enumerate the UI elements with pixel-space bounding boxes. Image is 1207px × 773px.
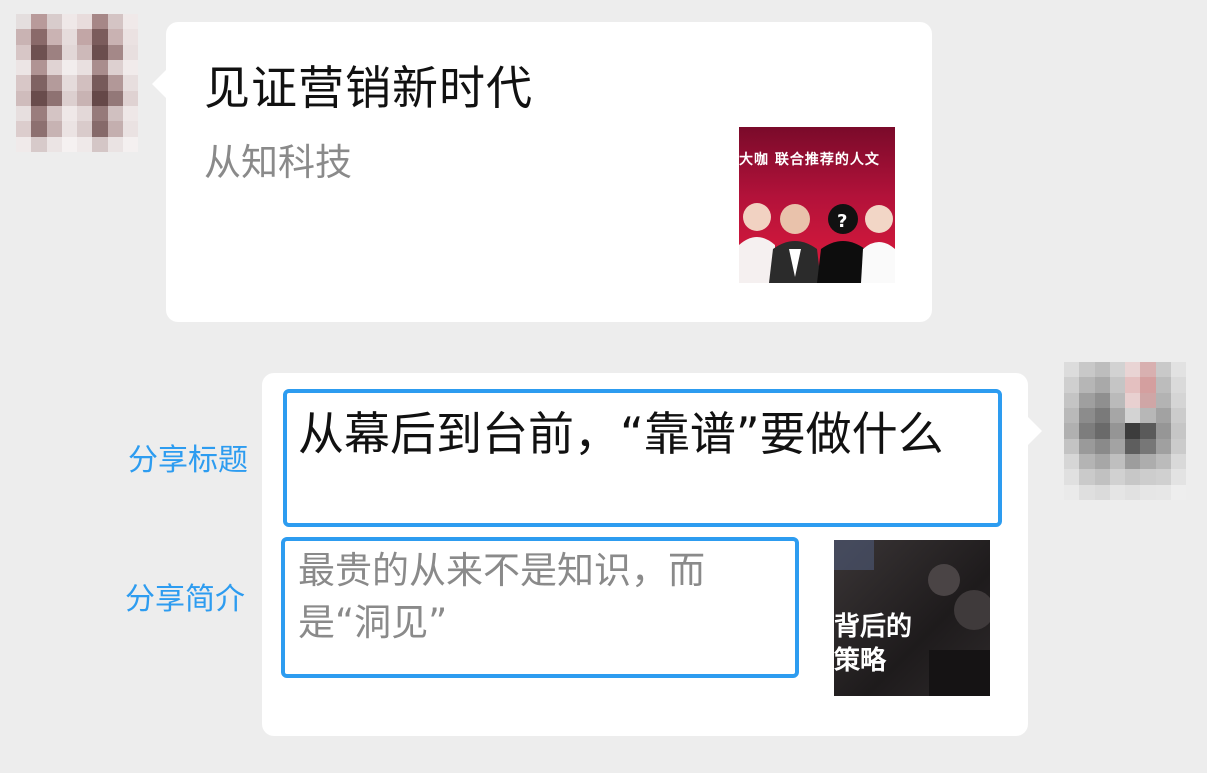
svg-text:?: ? xyxy=(837,211,847,232)
share-description-label: 分享简介 xyxy=(125,582,245,617)
card-thumbnail: 背后的 策略 xyxy=(834,540,990,696)
thumbnail-text-line1: 背后的 xyxy=(834,612,913,642)
people-figures-icon: ? xyxy=(739,203,895,283)
description-highlight-box xyxy=(281,537,799,678)
card-thumbnail: 大咖 联合推荐的人文 ? xyxy=(739,127,895,283)
thumbnail-text-line2: 策略 xyxy=(834,646,887,676)
share-title-label: 分享标题 xyxy=(128,443,248,478)
user-avatar[interactable] xyxy=(1064,362,1186,500)
card-source: 从知科技 xyxy=(204,141,352,184)
card-title: 见证营销新时代 xyxy=(204,61,533,115)
shared-link-card[interactable]: 见证营销新时代 从知科技 大咖 联合推荐的人文 ? xyxy=(152,22,932,322)
title-highlight-box xyxy=(283,389,1002,527)
contact-avatar[interactable] xyxy=(16,14,138,152)
